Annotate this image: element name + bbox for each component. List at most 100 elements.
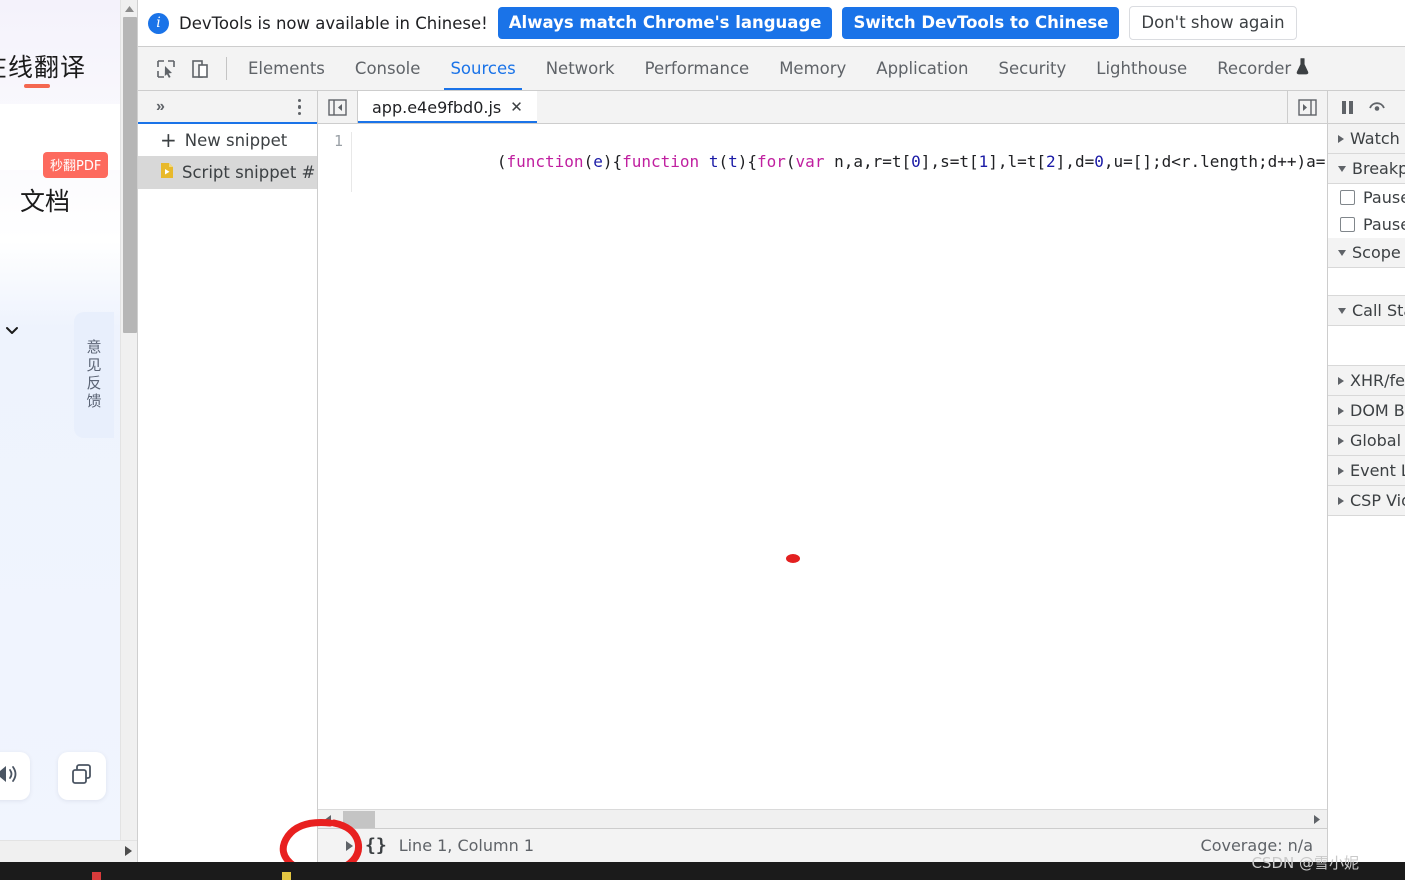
copy-button[interactable] <box>58 752 106 800</box>
tab-label: Memory <box>779 59 847 78</box>
triangle-right-icon <box>1338 406 1344 415</box>
step-over-icon[interactable] <box>1367 96 1387 119</box>
section-global-listeners[interactable]: Global Listeners <box>1328 426 1405 456</box>
feedback-label: 意见反馈 <box>84 339 103 411</box>
collapse-sidebar-icon[interactable] <box>318 91 358 123</box>
section-breakpoints[interactable]: Breakpoints <box>1328 154 1405 184</box>
tab-network[interactable]: Network <box>531 47 630 90</box>
section-csp-violation-breakpoints[interactable]: CSP Violation Breakpoints <box>1328 486 1405 516</box>
tab-label: Elements <box>248 59 325 78</box>
inspect-element-icon[interactable] <box>152 55 180 83</box>
speaker-button[interactable] <box>0 752 30 800</box>
checkbox-label: Pause on uncaught exceptions <box>1363 188 1405 207</box>
code-token: ){ <box>602 152 623 171</box>
file-tab-app-js[interactable]: app.e4e9fbd0.js ✕ <box>358 91 537 123</box>
editor-tabbar-spacer <box>537 91 1287 123</box>
tab-label: Console <box>354 59 421 78</box>
snippet-list-item[interactable]: Script snippet # <box>138 156 317 189</box>
tab-performance[interactable]: Performance <box>630 47 765 90</box>
chevron-down-icon[interactable] <box>4 322 20 338</box>
code-token: ( <box>583 152 594 171</box>
dont-show-again-button[interactable]: Don't show again <box>1129 6 1297 40</box>
tab-security[interactable]: Security <box>984 47 1082 90</box>
feedback-tab[interactable]: 意见反馈 <box>74 312 114 438</box>
always-match-language-button[interactable]: Always match Chrome's language <box>497 7 833 39</box>
status-left-group: {} Line 1, Column 1 <box>318 835 534 856</box>
scroll-right-icon[interactable] <box>124 844 133 862</box>
tab-sources[interactable]: Sources <box>435 47 530 90</box>
chevron-double-right-icon[interactable]: » <box>156 98 165 116</box>
section-xhr-breakpoints[interactable]: XHR/fetch Breakpoints <box>1328 366 1405 396</box>
windows-taskbar <box>0 862 1405 880</box>
breakpoints-body: Pause on uncaught exceptions Pause on ca… <box>1328 184 1405 238</box>
pause-script-icon[interactable] <box>1342 100 1353 114</box>
devtools-window: i DevTools is now available in Chinese! … <box>137 0 1405 862</box>
section-label: Scope <box>1352 243 1401 262</box>
switch-to-chinese-button[interactable]: Switch DevTools to Chinese <box>842 7 1120 39</box>
section-event-listener-breakpoints[interactable]: Event Listener Breakpoints <box>1328 456 1405 486</box>
section-label: Event Listener Breakpoints <box>1350 461 1405 480</box>
scroll-up-icon[interactable] <box>121 0 138 17</box>
page-vertical-scrollbar[interactable] <box>120 0 137 862</box>
code-token: ){ <box>737 152 757 171</box>
pretty-print-button[interactable]: {} <box>365 835 387 856</box>
tab-label: Sources <box>450 59 516 78</box>
document-label: 文档 <box>20 187 71 216</box>
screenshot-root: 在线翻译 秒翻PDF 文档 意见反馈 <box>0 0 1405 880</box>
devtools-tabbar: Elements Console Sources Network Perform… <box>138 47 1405 91</box>
triangle-down-icon <box>1338 249 1346 256</box>
checkbox-label: Pause on caught exceptions <box>1363 215 1405 234</box>
cursor-position: Line 1, Column 1 <box>398 836 535 855</box>
triangle-right-icon[interactable] <box>346 840 353 851</box>
scrollbar-thumb[interactable] <box>343 811 375 828</box>
checkbox[interactable] <box>1340 217 1355 232</box>
section-label: XHR/fetch Breakpoints <box>1350 371 1405 390</box>
heading-underline <box>24 84 50 88</box>
section-scope[interactable]: Scope <box>1328 238 1405 268</box>
tab-recorder[interactable]: Recorder <box>1202 47 1324 90</box>
tab-label: Security <box>998 59 1067 78</box>
tab-console[interactable]: Console <box>340 47 436 90</box>
code-token: 0 <box>911 152 921 171</box>
tab-label: Lighthouse <box>1096 59 1188 78</box>
expand-sidebar-icon[interactable] <box>1287 91 1327 123</box>
code-token: ( <box>496 152 507 171</box>
triangle-right-icon <box>1338 376 1344 385</box>
code-token: ( <box>718 152 729 171</box>
code-editor[interactable]: 1 (function(e){function t(t){for(var n,a… <box>318 124 1327 809</box>
scroll-right-icon[interactable] <box>1310 812 1324 826</box>
sources-panel: » + New snippet Script snippet # app.e4e… <box>138 91 1405 862</box>
speaker-icon <box>0 761 21 792</box>
page-horizontal-scrollbar[interactable] <box>0 840 137 862</box>
tab-memory[interactable]: Memory <box>764 47 861 90</box>
tab-elements[interactable]: Elements <box>233 47 340 90</box>
pause-uncaught-exceptions-checkbox[interactable]: Pause on uncaught exceptions <box>1328 184 1405 211</box>
scrollbar-thumb[interactable] <box>123 17 137 333</box>
code-content[interactable]: (function(e){function t(t){for(var n,a,r… <box>352 132 1327 192</box>
tab-application[interactable]: Application <box>861 47 983 90</box>
kebab-menu-icon[interactable] <box>294 95 306 120</box>
code-token: var <box>795 152 825 171</box>
code-token: 1 <box>978 152 989 171</box>
triangle-right-icon <box>1338 134 1344 143</box>
code-token: e <box>593 152 603 171</box>
call-stack-body <box>1328 326 1405 366</box>
scroll-left-icon[interactable] <box>321 812 335 826</box>
checkbox[interactable] <box>1340 190 1355 205</box>
close-icon[interactable]: ✕ <box>510 98 523 116</box>
section-call-stack[interactable]: Call Stack <box>1328 296 1405 326</box>
device-toolbar-icon[interactable] <box>186 55 214 83</box>
flask-experiment-icon <box>1296 58 1309 79</box>
pdf-badge: 秒翻PDF <box>43 152 109 178</box>
page-heading: 在线翻译 <box>0 53 87 82</box>
line-number: 1 <box>318 132 352 192</box>
new-snippet-button[interactable]: + New snippet <box>138 124 317 156</box>
section-watch[interactable]: Watch <box>1328 124 1405 154</box>
section-dom-breakpoints[interactable]: DOM Breakpoints <box>1328 396 1405 426</box>
navigator-toolbar: » <box>138 91 317 124</box>
pause-caught-exceptions-checkbox[interactable]: Pause on caught exceptions <box>1328 211 1405 238</box>
section-label: Watch <box>1350 129 1400 148</box>
editor-horizontal-scrollbar[interactable] <box>318 809 1327 828</box>
tab-lighthouse[interactable]: Lighthouse <box>1081 47 1202 90</box>
